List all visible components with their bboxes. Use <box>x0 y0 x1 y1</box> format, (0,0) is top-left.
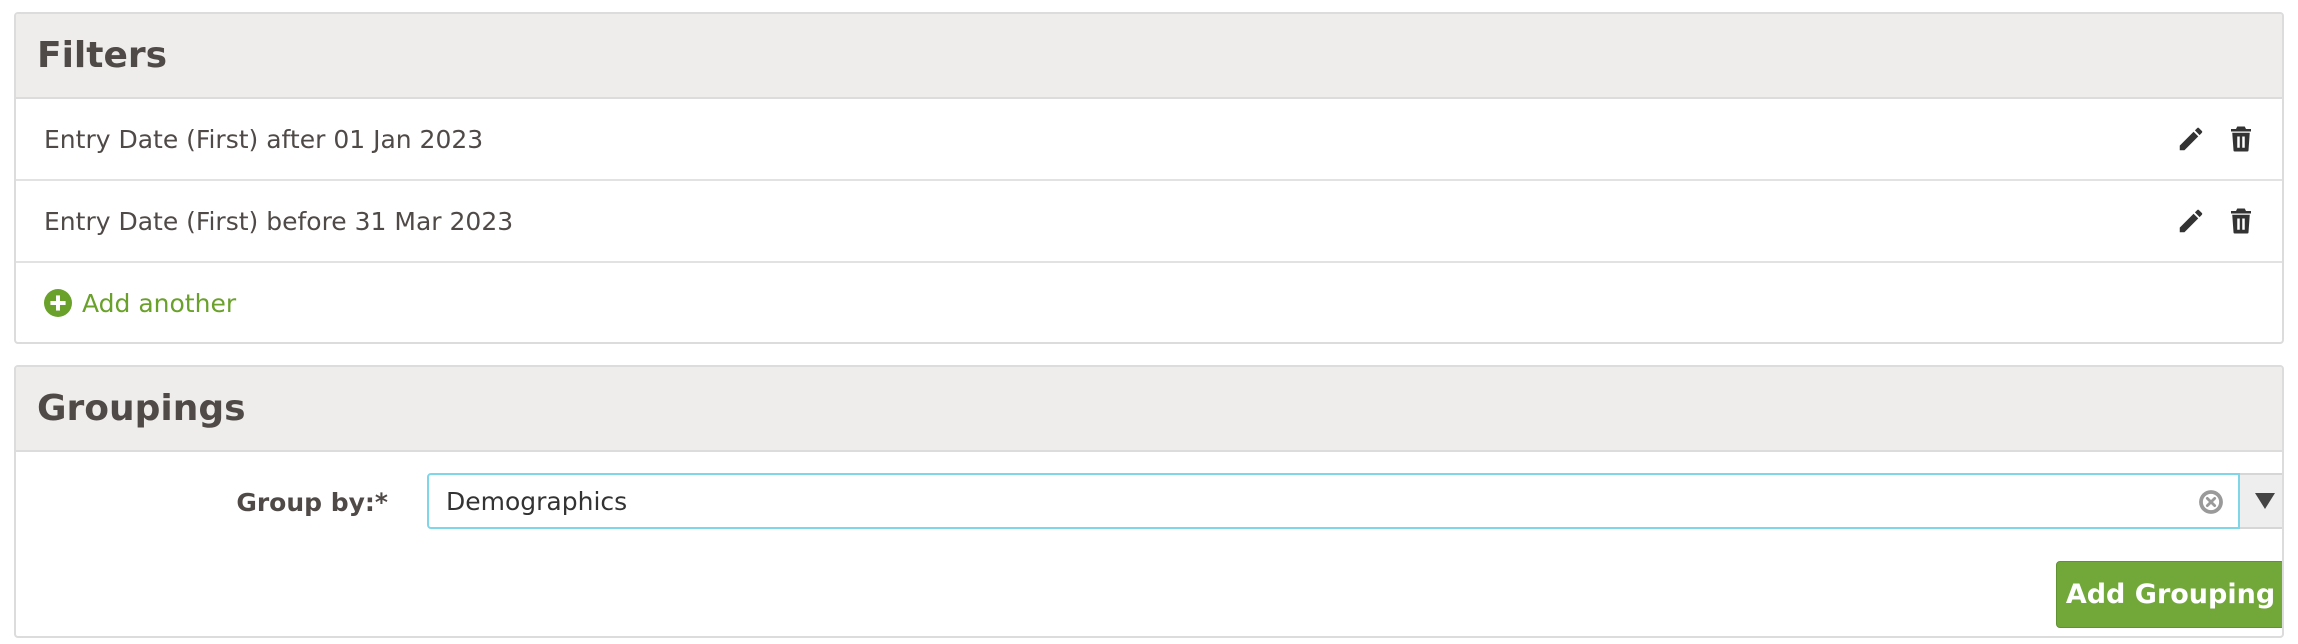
groupings-title: Groupings <box>37 388 246 429</box>
filter-row: Entry Date (First) before 31 Mar 2023 <box>16 181 2282 263</box>
groupings-header: Groupings <box>16 367 2282 452</box>
add-grouping-button[interactable]: Add Grouping <box>2056 561 2282 628</box>
add-another-link[interactable]: Add another <box>44 289 236 318</box>
trash-icon[interactable] <box>2226 124 2256 154</box>
filters-panel: Filters Entry Date (First) after 01 Jan … <box>14 12 2284 344</box>
triangle-down-icon <box>2255 493 2275 509</box>
filter-actions <box>2176 99 2256 179</box>
add-filter-row: Add another <box>16 263 2282 342</box>
add-another-label: Add another <box>82 288 237 318</box>
filter-actions <box>2176 181 2256 261</box>
plus-circle-icon <box>44 289 72 317</box>
dropdown-toggle-button[interactable] <box>2240 473 2282 529</box>
pencil-icon[interactable] <box>2176 124 2206 154</box>
filter-row: Entry Date (First) after 01 Jan 2023 <box>16 99 2282 181</box>
filters-header: Filters <box>16 14 2282 99</box>
group-by-input[interactable] <box>429 475 2169 527</box>
group-by-label: Group by:* <box>236 488 388 517</box>
group-by-select[interactable] <box>427 473 2240 529</box>
trash-icon[interactable] <box>2226 206 2256 236</box>
groupings-panel: Groupings Group by:* Add Grouping <box>14 365 2284 638</box>
filters-title: Filters <box>37 35 168 76</box>
pencil-icon[interactable] <box>2176 206 2206 236</box>
filter-text: Entry Date (First) before 31 Mar 2023 <box>44 206 514 236</box>
clear-circle-icon[interactable] <box>2198 489 2224 515</box>
filter-text: Entry Date (First) after 01 Jan 2023 <box>44 124 484 154</box>
